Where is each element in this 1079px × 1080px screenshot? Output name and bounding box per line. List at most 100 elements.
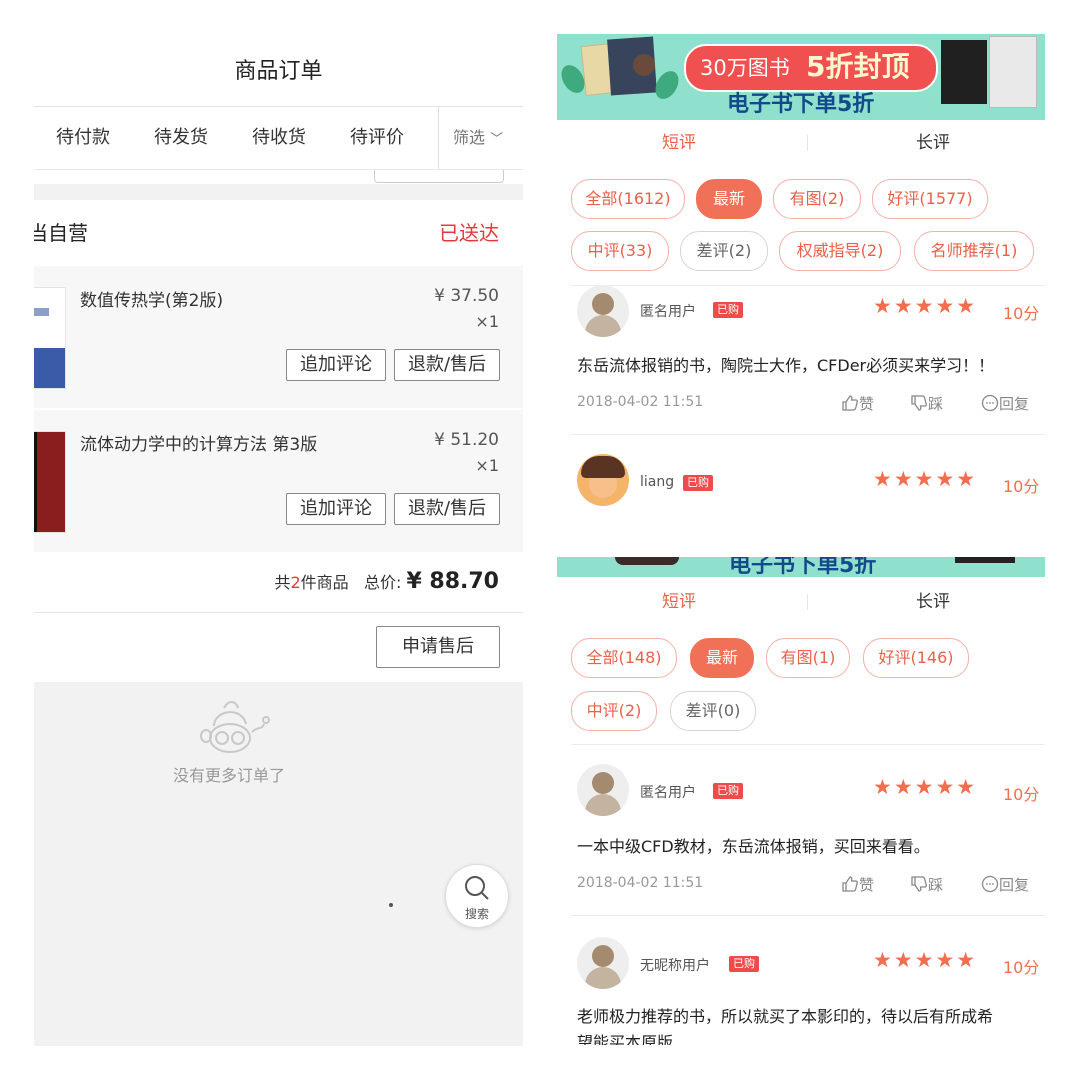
tab-long-review[interactable]: 长评 [811, 120, 1045, 166]
filter-pill-teacher[interactable]: 名师推荐(1) [914, 231, 1034, 271]
promo-pill: 30万图书 5折封顶 [684, 44, 938, 92]
filter-pill-authority[interactable]: 权威指导(2) [779, 231, 901, 271]
dislike-button[interactable]: 踩 [910, 874, 943, 895]
total-label: 总价: [363, 573, 402, 592]
rating-stars: ★★★★★ [873, 948, 978, 972]
rating-score: 10分 [1003, 304, 1040, 323]
review-text: 一本中级CFD教材，东岳流体报销，买回来看看。 [577, 837, 930, 856]
order-tabs: 待付款 待发货 待收货 待评价 筛选 ﹀ [34, 107, 523, 169]
username: 无昵称用户 [640, 958, 710, 974]
divider [807, 594, 808, 610]
shop-name: 当自营 [34, 221, 88, 245]
filter-pill-all[interactable]: 全部(148) [571, 638, 677, 678]
reply-button[interactable]: 回复 [981, 874, 1029, 895]
item-quantity: ×1 [475, 312, 499, 331]
divider [571, 434, 1045, 435]
filter-pill-all[interactable]: 全部(1612) [571, 179, 685, 219]
promo-subtext: 电子书下单5折 [727, 92, 875, 117]
monkey-mascot-icon [200, 701, 270, 753]
review-text: 老师极力推荐的书，所以就买了本影印的，待以后有所成希 [577, 1007, 994, 1026]
order-panel: 商品订单 待付款 待发货 待收货 待评价 筛选 ﹀ 当自营 已送达 数值传热学(… [34, 34, 523, 1046]
rating-score: 10分 [1003, 477, 1040, 496]
rating-stars: ★★★★★ [873, 775, 978, 799]
filter-pill-latest[interactable]: 最新 [696, 179, 762, 219]
after-sale-button[interactable]: 申请售后 [376, 626, 500, 668]
dislike-label: 踩 [928, 876, 944, 894]
order-item[interactable]: 流体动力学中的计算方法 第3版 ¥ 51.20 ×1 追加评论 退款/售后 [34, 410, 523, 552]
thumbs-down-icon [911, 876, 927, 892]
filter-pill-neutral[interactable]: 中评(2) [571, 691, 657, 731]
thumbs-up-icon [842, 876, 858, 892]
item-price: ¥ 51.20 [434, 430, 499, 450]
comment-icon [981, 394, 999, 412]
dislike-button[interactable]: 踩 [910, 393, 943, 414]
promo-banner[interactable]: 电子书下单5折 [557, 557, 1045, 577]
filter-pill-neutral[interactable]: 中评(33) [571, 231, 669, 271]
avatar [577, 285, 629, 337]
leaf-decoration [650, 67, 684, 103]
tab-long-review[interactable]: 长评 [811, 579, 1045, 625]
tab-pending-shipment[interactable]: 待发货 [154, 107, 208, 169]
order-total: 共2件商品 总价: ¥ 88.70 [34, 552, 523, 612]
no-more-orders-text: 没有更多订单了 [172, 766, 285, 785]
filter-button[interactable]: 筛选 ﹀ [438, 107, 503, 169]
add-comment-button[interactable]: 追加评论 [286, 349, 386, 381]
username: 匿名用户 [640, 304, 696, 320]
total-suffix: 件商品 [300, 573, 349, 592]
refund-button[interactable]: 退款/售后 [394, 349, 500, 381]
add-comment-button[interactable]: 追加评论 [286, 493, 386, 525]
tab-pending-receipt[interactable]: 待收货 [252, 107, 306, 169]
promo-text: 30万图书 [700, 56, 790, 80]
comment-icon [981, 875, 999, 893]
thumbs-down-icon [911, 395, 927, 411]
like-label: 赞 [859, 876, 875, 894]
username: liang [640, 474, 675, 490]
filter-pill-with-images[interactable]: 有图(1) [766, 638, 850, 678]
username: 匿名用户 [640, 785, 696, 801]
avatar [577, 454, 629, 506]
review-text: 东岳流体报销的书，陶院士大作，CFDer必须买来学习！！ [577, 356, 995, 375]
reply-button[interactable]: 回复 [981, 393, 1029, 414]
filter-pill-with-images[interactable]: 有图(2) [773, 179, 861, 219]
book-cover-image [34, 431, 66, 533]
page-title: 商品订单 [234, 59, 323, 84]
previous-order-button-edge [374, 170, 504, 183]
promo-banner[interactable]: 30万图书 5折封顶 电子书下单5折 [557, 34, 1045, 120]
review-tabs: 短评 长评 [557, 579, 1045, 625]
refund-button[interactable]: 退款/售后 [394, 493, 500, 525]
section-gap [34, 184, 523, 200]
reader-illustration [633, 54, 655, 76]
rating-score: 10分 [1003, 785, 1040, 804]
promo-subtext: 电子书下单5折 [729, 557, 877, 577]
chevron-down-icon: ﹀ [490, 132, 504, 147]
divider [571, 744, 1045, 745]
like-button[interactable]: 赞 [841, 874, 874, 895]
rating-score: 10分 [1003, 958, 1040, 977]
tab-pending-payment[interactable]: 待付款 [56, 107, 110, 169]
filter-pill-negative[interactable]: 差评(0) [670, 691, 756, 731]
filter-pill-negative[interactable]: 差评(2) [680, 231, 768, 271]
like-label: 赞 [859, 395, 875, 413]
purchased-badge: 已购 [713, 783, 743, 799]
order-item[interactable]: 数值传热学(第2版) ¥ 37.50 ×1 追加评论 退款/售后 [34, 266, 523, 408]
item-count: 2 [290, 573, 301, 592]
shop-header: 当自营 已送达 [34, 200, 523, 266]
order-status: 已送达 [439, 221, 499, 245]
filter-pill-positive[interactable]: 好评(146) [863, 638, 969, 678]
tab-pending-review[interactable]: 待评价 [350, 107, 404, 169]
book-cover-image [34, 287, 66, 389]
like-button[interactable]: 赞 [841, 393, 874, 414]
tab-short-review[interactable]: 短评 [557, 120, 801, 166]
avatar [577, 764, 629, 816]
reply-label: 回复 [999, 876, 1030, 894]
filter-pill-latest[interactable]: 最新 [690, 638, 754, 678]
filter-pill-positive[interactable]: 好评(1577) [872, 179, 988, 219]
item-price: ¥ 37.50 [434, 286, 499, 306]
tab-short-review[interactable]: 短评 [557, 579, 801, 625]
purchased-badge: 已购 [729, 956, 759, 972]
search-button[interactable]: 搜索 [445, 864, 509, 928]
divider [807, 135, 808, 151]
rating-stars: ★★★★★ [873, 294, 978, 318]
total-prefix: 共 [274, 573, 291, 592]
total-amount: ¥ 88.70 [406, 569, 499, 594]
